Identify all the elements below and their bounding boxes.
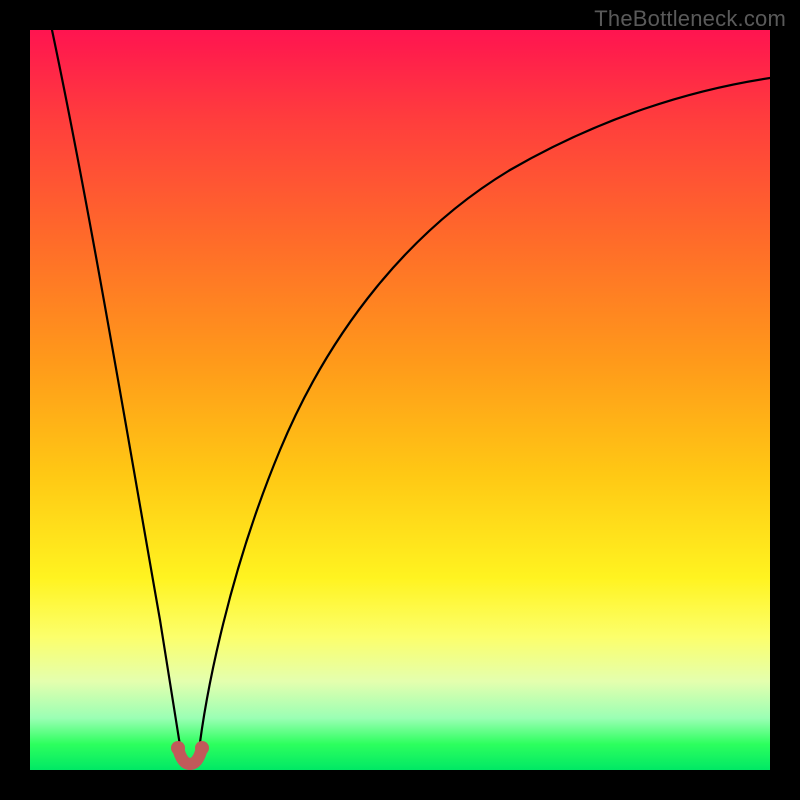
- curve-right-branch: [198, 78, 770, 758]
- chart-frame: TheBottleneck.com: [0, 0, 800, 800]
- curve-left-branch: [52, 30, 182, 758]
- plot-area: [30, 30, 770, 770]
- bottleneck-marker: [171, 741, 209, 764]
- curve-svg: [30, 30, 770, 770]
- marker-right-dot: [195, 741, 209, 755]
- watermark-text: TheBottleneck.com: [594, 6, 786, 32]
